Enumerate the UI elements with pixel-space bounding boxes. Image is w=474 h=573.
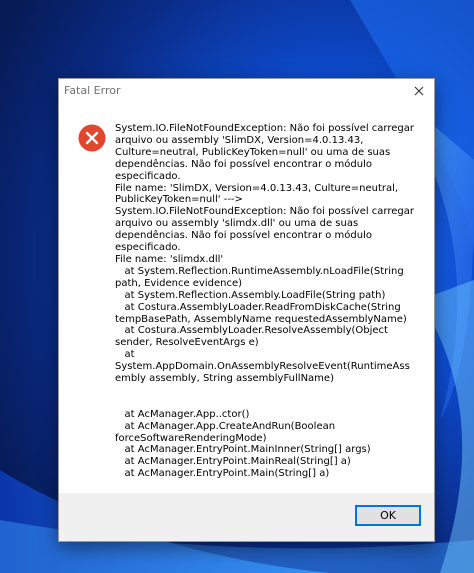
close-icon (414, 86, 424, 96)
fatal-error-dialog: Fatal Error System.IO.FileNotFoundExcept… (58, 78, 435, 542)
dialog-content: System.IO.FileNotFoundException: Não foi… (59, 103, 434, 493)
desktop: Fatal Error System.IO.FileNotFoundExcept… (0, 0, 474, 573)
window-title: Fatal Error (64, 84, 121, 97)
close-button[interactable] (408, 82, 430, 100)
error-message: System.IO.FileNotFoundException: Não foi… (115, 123, 414, 480)
ok-button[interactable]: OK (355, 505, 421, 526)
title-bar[interactable]: Fatal Error (59, 79, 434, 103)
dialog-footer: OK (59, 493, 434, 541)
error-icon (78, 124, 106, 152)
